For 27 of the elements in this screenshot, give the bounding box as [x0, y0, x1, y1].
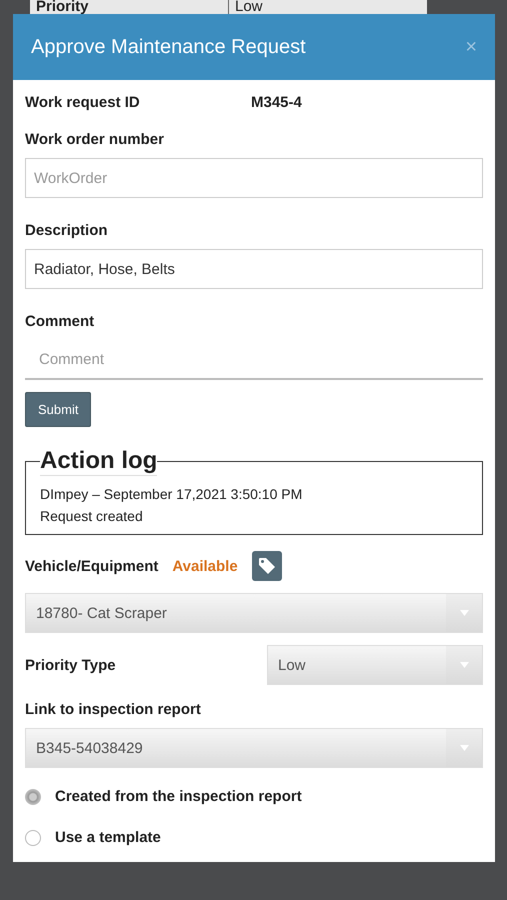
log-line: DImpey – September 17,2021 3:50:10 PM	[40, 486, 304, 502]
radio-option[interactable]: Use a template	[25, 829, 483, 846]
caret-icon	[460, 610, 468, 616]
caret-icon	[460, 745, 468, 751]
dropdown[interactable]: B345-54038429	[25, 728, 483, 768]
tag-icon	[258, 557, 276, 575]
status-text: Available	[172, 558, 238, 574]
submit-button[interactable]: Submit	[25, 392, 92, 427]
table-cell-text: Low	[234, 0, 264, 14]
action-log-legend: Action log	[40, 447, 158, 476]
input-field[interactable]: WorkOrder	[25, 158, 483, 198]
tag-button[interactable]	[252, 551, 282, 581]
dropdown[interactable]: 18780- Cat Scraper	[25, 593, 483, 633]
field-label: Vehicle/Equipment	[25, 558, 158, 574]
field-label: Work order number	[25, 131, 165, 148]
field-label: Description	[25, 222, 109, 239]
field-label: Priority Type	[25, 656, 116, 674]
field-label: Work request ID	[25, 94, 141, 111]
radio-option[interactable]: Created from the inspection report	[25, 788, 483, 805]
input-field[interactable]: Radiator, Hose, Belts	[25, 249, 483, 289]
log-line: Request created	[40, 508, 144, 524]
field-label: Link to inspection report	[25, 701, 202, 718]
dialog-title: Approve Maintenance Request	[31, 36, 306, 58]
caret-icon	[460, 662, 468, 668]
dropdown[interactable]: Low	[267, 645, 483, 685]
field-label: Comment	[25, 313, 96, 330]
field-value: M345-4	[251, 94, 302, 111]
